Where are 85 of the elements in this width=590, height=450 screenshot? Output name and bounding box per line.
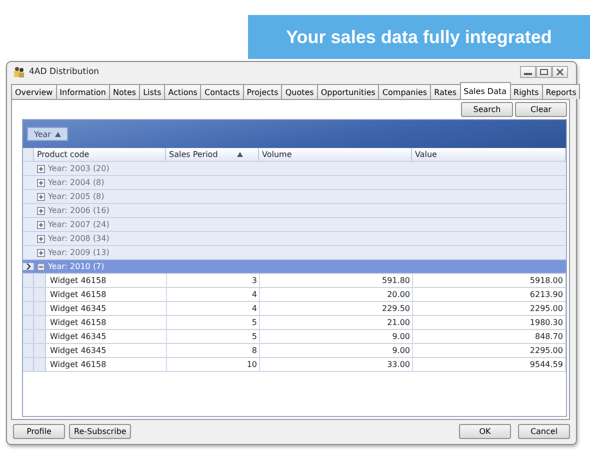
table-cell: 21.00	[260, 316, 413, 329]
tab[interactable]: Projects	[242, 84, 282, 99]
maximize-icon	[539, 68, 549, 76]
table-cell: 1980.30	[413, 316, 566, 329]
tab[interactable]: Companies	[378, 84, 432, 99]
group-row[interactable]: Year: 2004 (8)	[23, 176, 566, 190]
group-chip[interactable]: Year	[27, 127, 68, 141]
tab[interactable]: Sales Data	[460, 82, 511, 99]
dialog-button[interactable]: Cancel	[518, 424, 570, 438]
group-label: Year: 2009 (13)	[48, 248, 110, 257]
table-cell: 8	[167, 344, 260, 357]
tab[interactable]: Information	[56, 84, 110, 99]
tab[interactable]: Reports	[542, 84, 580, 99]
table-cell: 848.70	[413, 330, 566, 343]
group-row[interactable]: Year: 2009 (13)	[23, 246, 566, 260]
group-label: Year: 2008 (34)	[48, 234, 110, 243]
current-row-icon	[26, 263, 30, 270]
tab[interactable]: Opportunities	[316, 84, 380, 99]
maximize-button[interactable]	[536, 66, 552, 78]
group-row[interactable]: Year: 2007 (24)	[23, 218, 566, 232]
group-label: Year: 2010 (7)	[48, 262, 104, 271]
close-button[interactable]	[552, 66, 568, 78]
toolbar-button[interactable]: Search	[461, 102, 513, 117]
expand-icon[interactable]	[37, 220, 45, 228]
table-cell: 9.00	[260, 344, 413, 357]
table-cell: 2295.00	[413, 302, 566, 315]
table-cell: Widget 46158	[46, 288, 167, 301]
table-cell: 3	[167, 274, 260, 287]
tab[interactable]: Contacts	[200, 84, 244, 99]
expand-icon[interactable]	[37, 234, 45, 242]
group-label: Year: 2004 (8)	[48, 178, 104, 187]
window-title: 4AD Distribution	[29, 67, 100, 77]
group-label: Year: 2006 (16)	[48, 206, 110, 215]
close-icon	[555, 68, 565, 76]
table-cell: Widget 46158	[46, 274, 167, 287]
table-cell: 229.50	[260, 302, 413, 315]
people-icon	[13, 66, 25, 78]
group-label: Year: 2003 (20)	[48, 164, 110, 173]
group-row[interactable]: Year: 2005 (8)	[23, 190, 566, 204]
tab[interactable]: Actions	[164, 84, 202, 99]
table-cell: 591.80	[260, 274, 413, 287]
tab[interactable]: Overview	[11, 84, 57, 99]
expand-icon[interactable]	[37, 164, 45, 172]
table-cell: Widget 46158	[46, 316, 167, 329]
table-cell: 4	[167, 302, 260, 315]
column-header[interactable]: Product code	[34, 148, 166, 161]
table-cell: 10	[167, 358, 260, 371]
collapse-icon[interactable]	[37, 262, 45, 270]
table-cell: 5	[167, 330, 260, 343]
group-label: Year: 2007 (24)	[48, 220, 110, 229]
expand-icon[interactable]	[37, 206, 45, 214]
table-cell: 9.00	[260, 330, 413, 343]
table-cell: 33.00	[260, 358, 413, 371]
tab[interactable]: Notes	[108, 84, 140, 99]
table-cell: Widget 46345	[46, 302, 167, 315]
group-label: Year: 2005 (8)	[48, 192, 104, 201]
table-cell: 6213.90	[413, 288, 566, 301]
table-cell: 4	[167, 288, 260, 301]
toolbar-button[interactable]: Clear	[515, 102, 567, 117]
table-cell: Widget 46345	[46, 330, 167, 343]
tab[interactable]: Rights	[510, 84, 543, 99]
expand-icon[interactable]	[37, 248, 45, 256]
footer-button[interactable]: Re-Subscribe	[69, 424, 132, 438]
dialog-button[interactable]: OK	[459, 424, 511, 438]
column-header[interactable]: Volume	[259, 148, 412, 161]
tab[interactable]: Rates	[430, 84, 461, 99]
table-cell: 5918.00	[413, 274, 566, 287]
column-header[interactable]: Sales Period	[166, 148, 259, 161]
table-cell: Widget 46345	[46, 344, 167, 357]
table-cell: 9544.59	[413, 358, 566, 371]
table-cell: Widget 46158	[46, 358, 167, 371]
table-cell: 20.00	[260, 288, 413, 301]
column-header[interactable]: Value	[412, 148, 566, 161]
banner-headline: Your sales data fully integrated	[286, 26, 552, 48]
footer-button[interactable]: Profile	[13, 424, 65, 438]
table-cell: 5	[167, 316, 260, 329]
tab[interactable]: Quotes	[281, 84, 318, 99]
group-row[interactable]: Year: 2008 (34)	[23, 232, 566, 246]
table-cell: 2295.00	[413, 344, 566, 357]
tab[interactable]: Lists	[139, 84, 166, 99]
minimize-button[interactable]	[520, 66, 536, 78]
expand-icon[interactable]	[37, 192, 45, 200]
group-row[interactable]: Year: 2003 (20)	[23, 162, 566, 176]
expand-icon[interactable]	[37, 178, 45, 186]
group-row[interactable]: Year: 2006 (16)	[23, 204, 566, 218]
